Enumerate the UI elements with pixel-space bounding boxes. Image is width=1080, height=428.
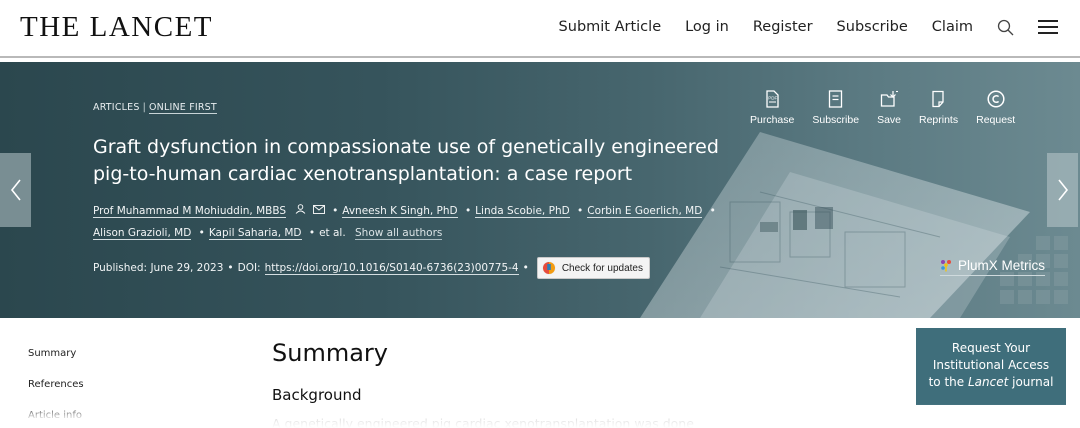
- chevron-left-icon: [10, 179, 21, 201]
- lancet-logo[interactable]: THE LANCET: [20, 11, 213, 44]
- nav-register[interactable]: Register: [753, 19, 813, 35]
- institutional-access-button[interactable]: Request Your Institutional Access to the…: [916, 328, 1066, 405]
- doi-link[interactable]: https://doi.org/10.1016/S0140-6736(23)00…: [264, 262, 519, 275]
- site-header: THE LANCET Submit Article Log in Registe…: [0, 0, 1080, 58]
- copyright-icon: [987, 90, 1005, 108]
- access-line-2: Institutional Access: [932, 358, 1050, 372]
- person-icon[interactable]: [295, 204, 306, 217]
- author-link[interactable]: Linda Scobie, PhD: [475, 205, 570, 218]
- top-nav: Submit Article Log in Register Subscribe…: [535, 0, 1058, 54]
- publication-line: Published: June 29, 2023 • DOI: https://…: [93, 257, 743, 279]
- reprints-icon: [931, 90, 944, 108]
- online-first-label[interactable]: ONLINE FIRST: [148, 102, 217, 114]
- author-separator: •: [332, 205, 339, 217]
- hamburger-menu-icon[interactable]: [1038, 19, 1058, 35]
- author-link[interactable]: Prof Muhammad M Mohiuddin, MBBS: [93, 205, 287, 218]
- nav-subscribe[interactable]: Subscribe: [837, 19, 908, 35]
- check-for-updates-label: Check for updates: [561, 262, 643, 274]
- search-icon[interactable]: [997, 19, 1014, 36]
- reprints-button[interactable]: Reprints: [919, 90, 958, 126]
- author-list: Prof Muhammad M Mohiuddin, MBBS • Avneesh…: [93, 200, 733, 244]
- summary-heading: Summary: [272, 339, 388, 367]
- et-al: et al.: [319, 227, 346, 239]
- folder-save-icon: [880, 90, 898, 107]
- chevron-right-icon: [1057, 179, 1068, 201]
- toc-references[interactable]: References: [28, 379, 84, 390]
- plumx-icon: [941, 260, 951, 272]
- author-link[interactable]: Alison Grazioli, MD: [93, 227, 192, 240]
- nav-claim[interactable]: Claim: [932, 19, 973, 35]
- subscribe-button[interactable]: Subscribe: [812, 90, 859, 126]
- article-title: Graft dysfunction in compassionate use o…: [93, 136, 719, 185]
- plumx-label: PlumX Metrics: [958, 258, 1046, 273]
- author-link[interactable]: Avneesh K Singh, PhD: [342, 205, 458, 218]
- doi-label: DOI:: [237, 262, 261, 274]
- document-icon: [829, 90, 843, 108]
- author-separator: •: [464, 205, 472, 217]
- article-hero-banner: ARTICLES | ONLINE FIRST Graft dysfunction …: [0, 62, 1080, 318]
- crossmark-icon: [542, 261, 556, 275]
- author-separator: •: [308, 227, 316, 239]
- request-permissions-button[interactable]: Request: [976, 90, 1015, 126]
- article-toc: Summary References Article info: [28, 348, 84, 428]
- author-link[interactable]: Kapil Saharia, MD: [208, 227, 302, 240]
- published-label: Published:: [93, 262, 148, 274]
- previous-article-button[interactable]: [0, 153, 31, 227]
- access-line-1: Request Your: [951, 341, 1031, 355]
- plumx-metrics-link[interactable]: PlumX Metrics: [940, 258, 1046, 276]
- nav-log-in[interactable]: Log in: [685, 19, 729, 35]
- purchase-button[interactable]: PDF Purchase: [750, 90, 794, 126]
- author-link[interactable]: Corbin E Goerlich, MD: [587, 205, 703, 218]
- published-date: June 29, 2023: [150, 262, 224, 274]
- toc-summary[interactable]: Summary: [28, 348, 84, 359]
- nav-submit-article[interactable]: Submit Article: [559, 19, 662, 35]
- next-article-button[interactable]: [1047, 153, 1078, 227]
- article-type-label[interactable]: ARTICLES: [93, 102, 140, 113]
- access-line-3: to the Lancet journal: [928, 375, 1054, 389]
- article-type-line: ARTICLES | ONLINE FIRST: [93, 102, 217, 114]
- author-separator: •: [709, 205, 716, 217]
- background-heading: Background: [272, 386, 362, 404]
- article-actions: PDF Purchase Subscribe Save Reprints Req…: [750, 90, 1015, 126]
- author-separator: •: [198, 227, 205, 239]
- background-paragraph: A genetically engineered pig cardiac xen…: [272, 416, 694, 428]
- pdf-icon: PDF: [766, 90, 779, 108]
- envelope-icon[interactable]: [312, 205, 325, 217]
- show-all-authors-link[interactable]: Show all authors: [355, 227, 443, 240]
- svg-text:PDF: PDF: [768, 96, 777, 101]
- author-separator: •: [577, 205, 584, 217]
- save-button[interactable]: Save: [877, 90, 901, 126]
- toc-article-info[interactable]: Article info: [28, 410, 84, 421]
- check-for-updates-button[interactable]: Check for updates: [536, 257, 650, 279]
